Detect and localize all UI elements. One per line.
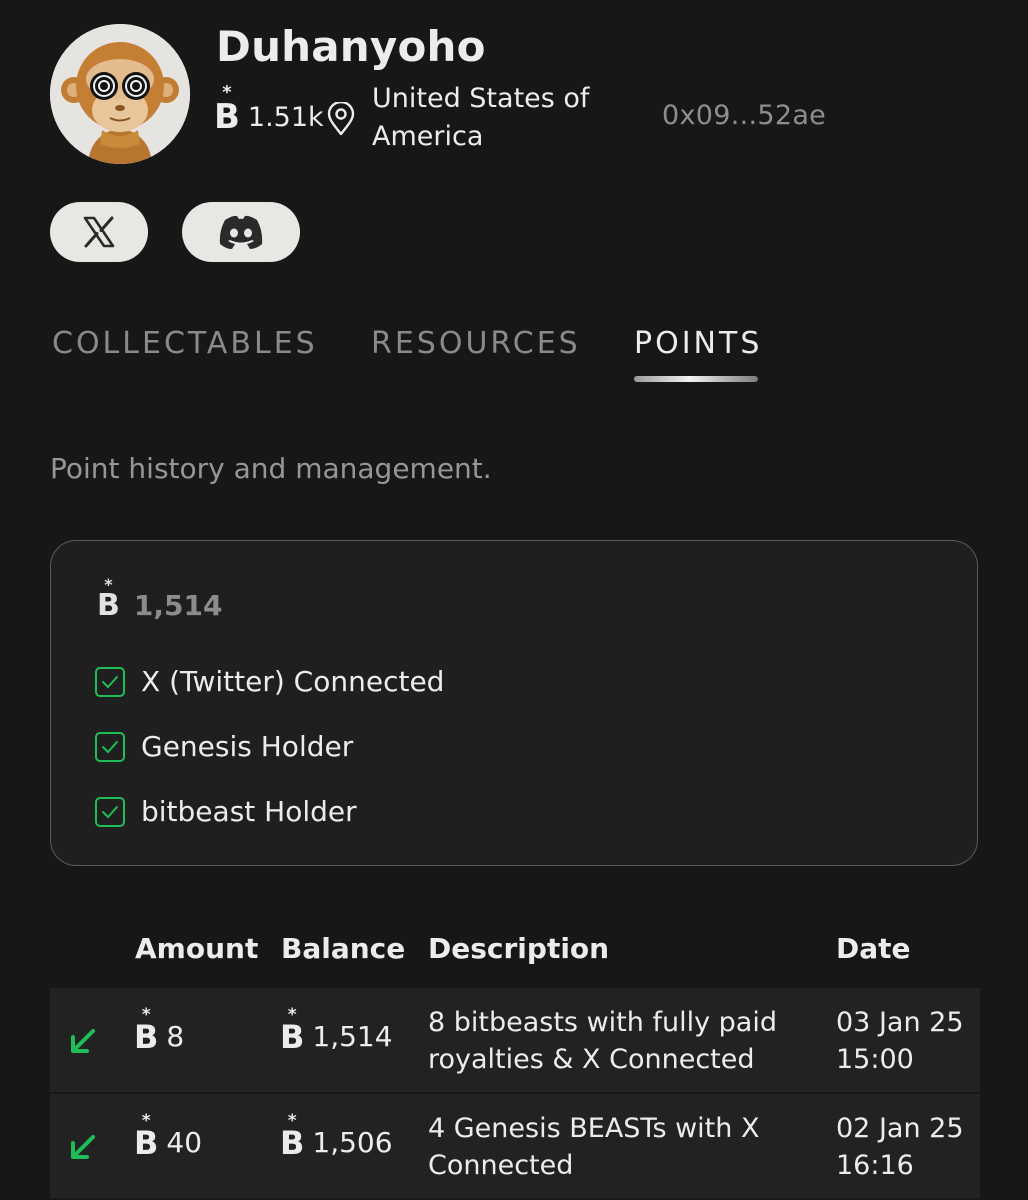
bitbeast-points-icon: * B	[134, 1110, 159, 1162]
active-tab-indicator	[634, 376, 758, 382]
table-row: * B 40 * B 1,506 4 Genesis BEASTs with X C…	[50, 1094, 980, 1198]
monkey-avatar-image	[50, 24, 190, 164]
points-summary-card: * B 1,514 X (Twitter) Connected Genesis H…	[50, 540, 978, 866]
balance-value: 1,506	[312, 1126, 393, 1159]
column-header-amount: Amount	[135, 932, 259, 965]
discord-social-button[interactable]	[182, 202, 300, 262]
amount-cell: * B 8	[134, 1004, 185, 1056]
balance-cell: * B 1,506	[280, 1110, 393, 1162]
points-subtitle: Point history and management.	[50, 452, 492, 485]
description-cell: 8 bitbeasts with fully paid royalties & …	[428, 1007, 777, 1075]
x-social-button[interactable]	[50, 202, 148, 262]
checkbox-icon	[95, 796, 125, 827]
table-row: * B 8 * B 1,514 8 bitbeasts with fully pai…	[50, 988, 980, 1092]
bitbeast-points-icon: * B	[134, 1004, 159, 1056]
check-item-twitter: X (Twitter) Connected	[95, 665, 444, 698]
wallet-address[interactable]: 0x09...52ae	[662, 100, 826, 131]
discord-logo-icon	[219, 215, 263, 249]
date-cell: 03 Jan 25 15:00	[836, 1007, 964, 1075]
tab-points[interactable]: POINTS	[634, 326, 762, 361]
incoming-arrow-icon	[71, 1029, 95, 1053]
check-label: X (Twitter) Connected	[141, 665, 445, 698]
tab-collectables[interactable]: COLLECTABLES	[52, 326, 318, 361]
bitbeast-points-icon: * B	[280, 1004, 305, 1056]
x-logo-icon	[83, 216, 115, 248]
location-pin-icon	[327, 102, 355, 136]
profile-page: Duhanyoho * B 1.51k United States of Amer…	[0, 0, 1028, 1200]
incoming-arrow-icon	[71, 1135, 95, 1159]
balance-value: 1,514	[312, 1020, 393, 1053]
profile-name: Duhanyoho	[216, 22, 486, 71]
bitbeast-points-icon: * B	[280, 1110, 305, 1162]
profile-points: * B 1.51k	[214, 82, 324, 137]
check-label: Genesis Holder	[141, 730, 354, 763]
bitbeast-points-icon: * B	[97, 574, 120, 623]
profile-avatar[interactable]	[50, 24, 190, 164]
amount-value: 40	[166, 1126, 203, 1159]
column-header-date: Date	[836, 932, 911, 965]
bitbeast-points-icon: * B	[214, 82, 240, 137]
tab-resources[interactable]: RESOURCES	[371, 326, 581, 361]
checkbox-icon	[95, 731, 125, 762]
points-total: * B 1,514	[97, 574, 223, 623]
description-cell: 4 Genesis BEASTs with X Connected	[428, 1113, 760, 1181]
check-label: bitbeast Holder	[141, 795, 357, 828]
column-header-description: Description	[428, 932, 610, 965]
profile-location: United States of America	[372, 83, 590, 152]
balance-cell: * B 1,514	[280, 1004, 393, 1056]
amount-value: 8	[166, 1020, 185, 1053]
column-header-balance: Balance	[281, 932, 406, 965]
date-cell: 02 Jan 25 16:16	[836, 1113, 964, 1181]
checkbox-icon	[95, 666, 125, 697]
check-item-bitbeast: bitbeast Holder	[95, 795, 357, 828]
points-total-value: 1,514	[133, 589, 223, 622]
check-item-genesis: Genesis Holder	[95, 730, 353, 763]
amount-cell: * B 40	[134, 1110, 203, 1162]
profile-points-value: 1.51k	[247, 101, 324, 133]
